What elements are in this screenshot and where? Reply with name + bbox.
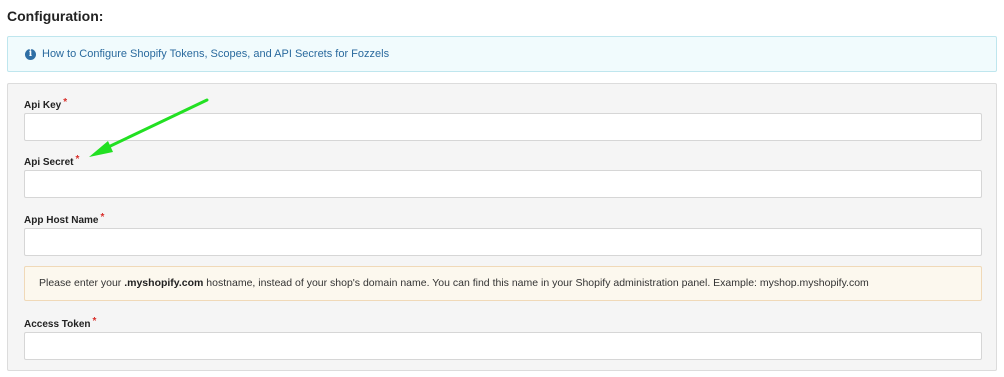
hostname-hint: Please enter your .myshopify.com hostnam… — [24, 266, 982, 301]
app-host-name-label-text: App Host Name — [24, 215, 99, 226]
hint-emphasis: .myshopify.com — [124, 277, 204, 289]
api-secret-label-text: Api Secret — [24, 157, 74, 168]
configuration-page: Configuration: i How to Configure Shopif… — [0, 0, 1004, 377]
api-key-label: Api Key * — [24, 97, 67, 111]
required-asterisk: * — [100, 212, 105, 223]
help-link[interactable]: How to Configure Shopify Tokens, Scopes,… — [42, 48, 389, 60]
section-title: Configuration: — [7, 8, 104, 24]
required-asterisk: * — [92, 316, 97, 327]
info-alert: i How to Configure Shopify Tokens, Scope… — [7, 36, 997, 72]
api-key-input[interactable] — [24, 113, 982, 141]
config-form: Api Key * Api Secret * App Host Name * Plea… — [7, 83, 997, 371]
app-host-name-label: App Host Name * — [24, 212, 104, 226]
required-asterisk: * — [63, 97, 68, 108]
access-token-input[interactable] — [24, 332, 982, 360]
hint-prefix: Please enter your — [39, 277, 125, 289]
app-host-name-input[interactable] — [24, 228, 982, 256]
api-secret-label: Api Secret * — [24, 154, 79, 168]
required-asterisk: * — [75, 154, 80, 165]
api-key-label-text: Api Key — [24, 100, 62, 111]
info-icon: i — [25, 49, 36, 60]
access-token-label: Access Token * — [24, 316, 96, 330]
hint-suffix: hostname, instead of your shop's domain … — [203, 277, 869, 289]
api-secret-input[interactable] — [24, 170, 982, 198]
access-token-label-text: Access Token — [24, 319, 91, 330]
